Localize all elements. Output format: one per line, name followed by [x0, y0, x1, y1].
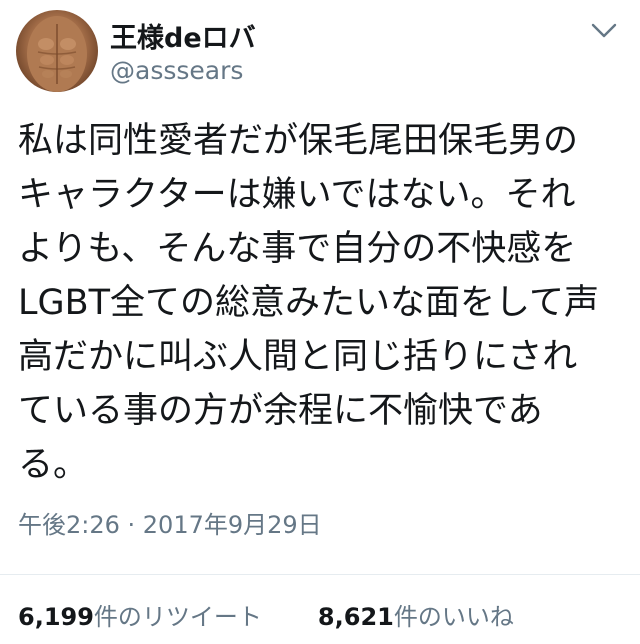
retweets-label: 件のリツイート: [93, 603, 262, 631]
tweet-detail: 王様deロバ @asssears 私は同性愛者だが保毛尾田保毛男の キャラクター…: [0, 0, 640, 644]
tweet-text-line: LGBT全ての総意みたいな面をして声: [18, 283, 599, 323]
divider: [0, 574, 640, 575]
tweet-text-line: 私は同性愛者だが保毛尾田保毛男の: [18, 121, 579, 161]
user-display-name[interactable]: 王様deロバ: [110, 16, 256, 55]
likes-stat[interactable]: 8,621件のいいね: [318, 597, 514, 632]
tweet-stats: 6,199件のリツイート 8,621件のいいね: [18, 597, 514, 632]
tweet-text-line: よりも、そんな事で自分の不快感を: [18, 229, 577, 269]
retweets-count: 6,199: [18, 603, 94, 631]
tweet-text-line: る。: [18, 445, 89, 485]
tweet-timestamp[interactable]: 午後2:26 · 2017年9月29日: [18, 505, 322, 540]
avatar-photo: [27, 16, 87, 92]
user-handle[interactable]: @asssears: [110, 56, 243, 85]
tweet-text-line: 高だかに叫ぶ人間と同じ括りにされ: [18, 337, 578, 377]
chevron-down-icon[interactable]: [588, 18, 620, 42]
likes-label: 件のいいね: [393, 603, 514, 631]
tweet-text-line: キャラクターは嫌いではない。それ: [18, 175, 576, 215]
likes-count: 8,621: [317, 603, 394, 631]
tweet-text-line: ている事の方が余程に不愉快であ: [18, 391, 543, 431]
retweets-stat[interactable]: 6,199件のリツイート: [18, 597, 262, 632]
user-avatar[interactable]: [16, 10, 98, 92]
tweet-text: 私は同性愛者だが保毛尾田保毛男の キャラクターは嫌いではない。それ よりも、そん…: [18, 114, 623, 492]
